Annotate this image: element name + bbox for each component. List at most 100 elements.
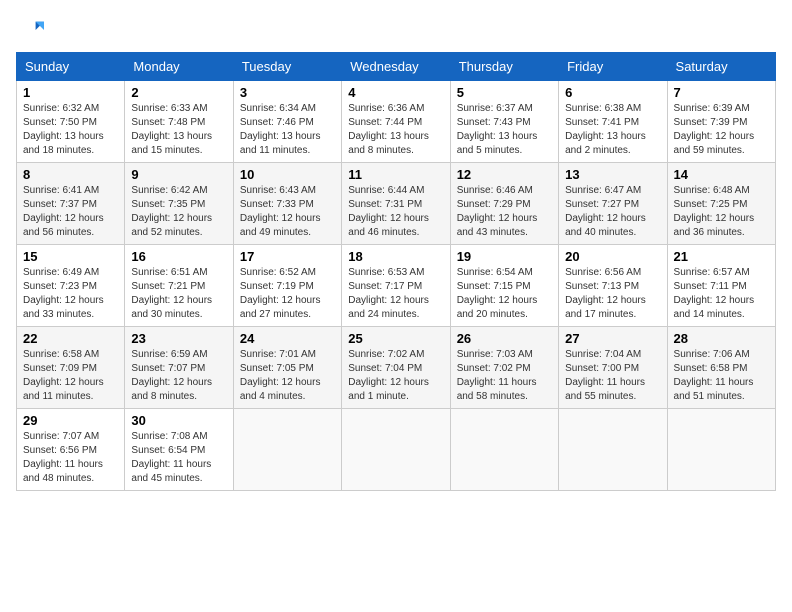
day-detail: Sunrise: 6:32 AMSunset: 7:50 PMDaylight:… <box>23 103 104 156</box>
calendar-cell: 15 Sunrise: 6:49 AMSunset: 7:23 PMDaylig… <box>17 245 125 327</box>
calendar-cell: 19 Sunrise: 6:54 AMSunset: 7:15 PMDaylig… <box>450 245 558 327</box>
calendar-cell: 13 Sunrise: 6:47 AMSunset: 7:27 PMDaylig… <box>559 163 667 245</box>
logo-icon <box>16 16 44 44</box>
day-number: 15 <box>23 249 118 264</box>
day-detail: Sunrise: 6:52 AMSunset: 7:19 PMDaylight:… <box>240 267 321 320</box>
day-detail: Sunrise: 6:34 AMSunset: 7:46 PMDaylight:… <box>240 103 321 156</box>
day-detail: Sunrise: 6:56 AMSunset: 7:13 PMDaylight:… <box>565 267 646 320</box>
logo <box>16 16 48 44</box>
day-number: 30 <box>131 413 226 428</box>
calendar-cell: 10 Sunrise: 6:43 AMSunset: 7:33 PMDaylig… <box>233 163 341 245</box>
day-number: 20 <box>565 249 660 264</box>
calendar-cell: 24 Sunrise: 7:01 AMSunset: 7:05 PMDaylig… <box>233 327 341 409</box>
day-detail: Sunrise: 7:01 AMSunset: 7:05 PMDaylight:… <box>240 349 321 402</box>
calendar-table: SundayMondayTuesdayWednesdayThursdayFrid… <box>16 52 776 491</box>
day-number: 6 <box>565 85 660 100</box>
day-number: 28 <box>674 331 769 346</box>
day-detail: Sunrise: 6:57 AMSunset: 7:11 PMDaylight:… <box>674 267 755 320</box>
day-number: 8 <box>23 167 118 182</box>
day-number: 2 <box>131 85 226 100</box>
weekday-header-saturday: Saturday <box>667 53 775 81</box>
day-number: 23 <box>131 331 226 346</box>
calendar-cell: 12 Sunrise: 6:46 AMSunset: 7:29 PMDaylig… <box>450 163 558 245</box>
day-detail: Sunrise: 6:46 AMSunset: 7:29 PMDaylight:… <box>457 185 538 238</box>
calendar-cell <box>667 409 775 491</box>
day-number: 21 <box>674 249 769 264</box>
day-number: 10 <box>240 167 335 182</box>
weekday-header-friday: Friday <box>559 53 667 81</box>
day-detail: Sunrise: 7:03 AMSunset: 7:02 PMDaylight:… <box>457 349 537 402</box>
day-number: 26 <box>457 331 552 346</box>
calendar-cell: 17 Sunrise: 6:52 AMSunset: 7:19 PMDaylig… <box>233 245 341 327</box>
calendar-cell <box>342 409 450 491</box>
calendar-cell <box>233 409 341 491</box>
calendar-cell <box>450 409 558 491</box>
day-number: 14 <box>674 167 769 182</box>
calendar-cell: 1 Sunrise: 6:32 AMSunset: 7:50 PMDayligh… <box>17 81 125 163</box>
calendar-cell: 23 Sunrise: 6:59 AMSunset: 7:07 PMDaylig… <box>125 327 233 409</box>
calendar-cell: 8 Sunrise: 6:41 AMSunset: 7:37 PMDayligh… <box>17 163 125 245</box>
day-number: 11 <box>348 167 443 182</box>
calendar-cell: 5 Sunrise: 6:37 AMSunset: 7:43 PMDayligh… <box>450 81 558 163</box>
calendar-cell: 11 Sunrise: 6:44 AMSunset: 7:31 PMDaylig… <box>342 163 450 245</box>
calendar-cell: 20 Sunrise: 6:56 AMSunset: 7:13 PMDaylig… <box>559 245 667 327</box>
day-detail: Sunrise: 6:51 AMSunset: 7:21 PMDaylight:… <box>131 267 212 320</box>
day-detail: Sunrise: 6:39 AMSunset: 7:39 PMDaylight:… <box>674 103 755 156</box>
calendar-cell: 14 Sunrise: 6:48 AMSunset: 7:25 PMDaylig… <box>667 163 775 245</box>
day-detail: Sunrise: 7:07 AMSunset: 6:56 PMDaylight:… <box>23 431 103 484</box>
calendar-week-row: 22 Sunrise: 6:58 AMSunset: 7:09 PMDaylig… <box>17 327 776 409</box>
calendar-week-row: 8 Sunrise: 6:41 AMSunset: 7:37 PMDayligh… <box>17 163 776 245</box>
calendar-cell: 3 Sunrise: 6:34 AMSunset: 7:46 PMDayligh… <box>233 81 341 163</box>
day-detail: Sunrise: 6:48 AMSunset: 7:25 PMDaylight:… <box>674 185 755 238</box>
day-detail: Sunrise: 6:59 AMSunset: 7:07 PMDaylight:… <box>131 349 212 402</box>
weekday-header-sunday: Sunday <box>17 53 125 81</box>
day-number: 3 <box>240 85 335 100</box>
day-detail: Sunrise: 6:54 AMSunset: 7:15 PMDaylight:… <box>457 267 538 320</box>
calendar-cell: 21 Sunrise: 6:57 AMSunset: 7:11 PMDaylig… <box>667 245 775 327</box>
day-detail: Sunrise: 6:41 AMSunset: 7:37 PMDaylight:… <box>23 185 104 238</box>
day-detail: Sunrise: 6:38 AMSunset: 7:41 PMDaylight:… <box>565 103 646 156</box>
day-number: 5 <box>457 85 552 100</box>
day-number: 24 <box>240 331 335 346</box>
calendar-cell: 18 Sunrise: 6:53 AMSunset: 7:17 PMDaylig… <box>342 245 450 327</box>
page-header <box>16 16 776 44</box>
calendar-header-row: SundayMondayTuesdayWednesdayThursdayFrid… <box>17 53 776 81</box>
day-number: 12 <box>457 167 552 182</box>
calendar-cell: 6 Sunrise: 6:38 AMSunset: 7:41 PMDayligh… <box>559 81 667 163</box>
calendar-cell: 26 Sunrise: 7:03 AMSunset: 7:02 PMDaylig… <box>450 327 558 409</box>
day-number: 25 <box>348 331 443 346</box>
day-number: 17 <box>240 249 335 264</box>
day-number: 18 <box>348 249 443 264</box>
calendar-cell: 7 Sunrise: 6:39 AMSunset: 7:39 PMDayligh… <box>667 81 775 163</box>
calendar-cell <box>559 409 667 491</box>
day-number: 19 <box>457 249 552 264</box>
day-number: 13 <box>565 167 660 182</box>
day-detail: Sunrise: 6:49 AMSunset: 7:23 PMDaylight:… <box>23 267 104 320</box>
calendar-cell: 9 Sunrise: 6:42 AMSunset: 7:35 PMDayligh… <box>125 163 233 245</box>
day-detail: Sunrise: 7:06 AMSunset: 6:58 PMDaylight:… <box>674 349 754 402</box>
day-detail: Sunrise: 6:37 AMSunset: 7:43 PMDaylight:… <box>457 103 538 156</box>
calendar-cell: 27 Sunrise: 7:04 AMSunset: 7:00 PMDaylig… <box>559 327 667 409</box>
day-detail: Sunrise: 7:02 AMSunset: 7:04 PMDaylight:… <box>348 349 429 402</box>
day-number: 4 <box>348 85 443 100</box>
day-detail: Sunrise: 6:43 AMSunset: 7:33 PMDaylight:… <box>240 185 321 238</box>
calendar-cell: 28 Sunrise: 7:06 AMSunset: 6:58 PMDaylig… <box>667 327 775 409</box>
day-number: 9 <box>131 167 226 182</box>
day-detail: Sunrise: 6:58 AMSunset: 7:09 PMDaylight:… <box>23 349 104 402</box>
day-detail: Sunrise: 6:53 AMSunset: 7:17 PMDaylight:… <box>348 267 429 320</box>
day-number: 1 <box>23 85 118 100</box>
calendar-week-row: 15 Sunrise: 6:49 AMSunset: 7:23 PMDaylig… <box>17 245 776 327</box>
weekday-header-monday: Monday <box>125 53 233 81</box>
calendar-cell: 29 Sunrise: 7:07 AMSunset: 6:56 PMDaylig… <box>17 409 125 491</box>
calendar-cell: 25 Sunrise: 7:02 AMSunset: 7:04 PMDaylig… <box>342 327 450 409</box>
day-detail: Sunrise: 7:08 AMSunset: 6:54 PMDaylight:… <box>131 431 211 484</box>
calendar-cell: 16 Sunrise: 6:51 AMSunset: 7:21 PMDaylig… <box>125 245 233 327</box>
weekday-header-wednesday: Wednesday <box>342 53 450 81</box>
calendar-cell: 30 Sunrise: 7:08 AMSunset: 6:54 PMDaylig… <box>125 409 233 491</box>
calendar-cell: 22 Sunrise: 6:58 AMSunset: 7:09 PMDaylig… <box>17 327 125 409</box>
weekday-header-tuesday: Tuesday <box>233 53 341 81</box>
day-detail: Sunrise: 6:44 AMSunset: 7:31 PMDaylight:… <box>348 185 429 238</box>
day-number: 7 <box>674 85 769 100</box>
day-detail: Sunrise: 6:42 AMSunset: 7:35 PMDaylight:… <box>131 185 212 238</box>
day-detail: Sunrise: 6:47 AMSunset: 7:27 PMDaylight:… <box>565 185 646 238</box>
